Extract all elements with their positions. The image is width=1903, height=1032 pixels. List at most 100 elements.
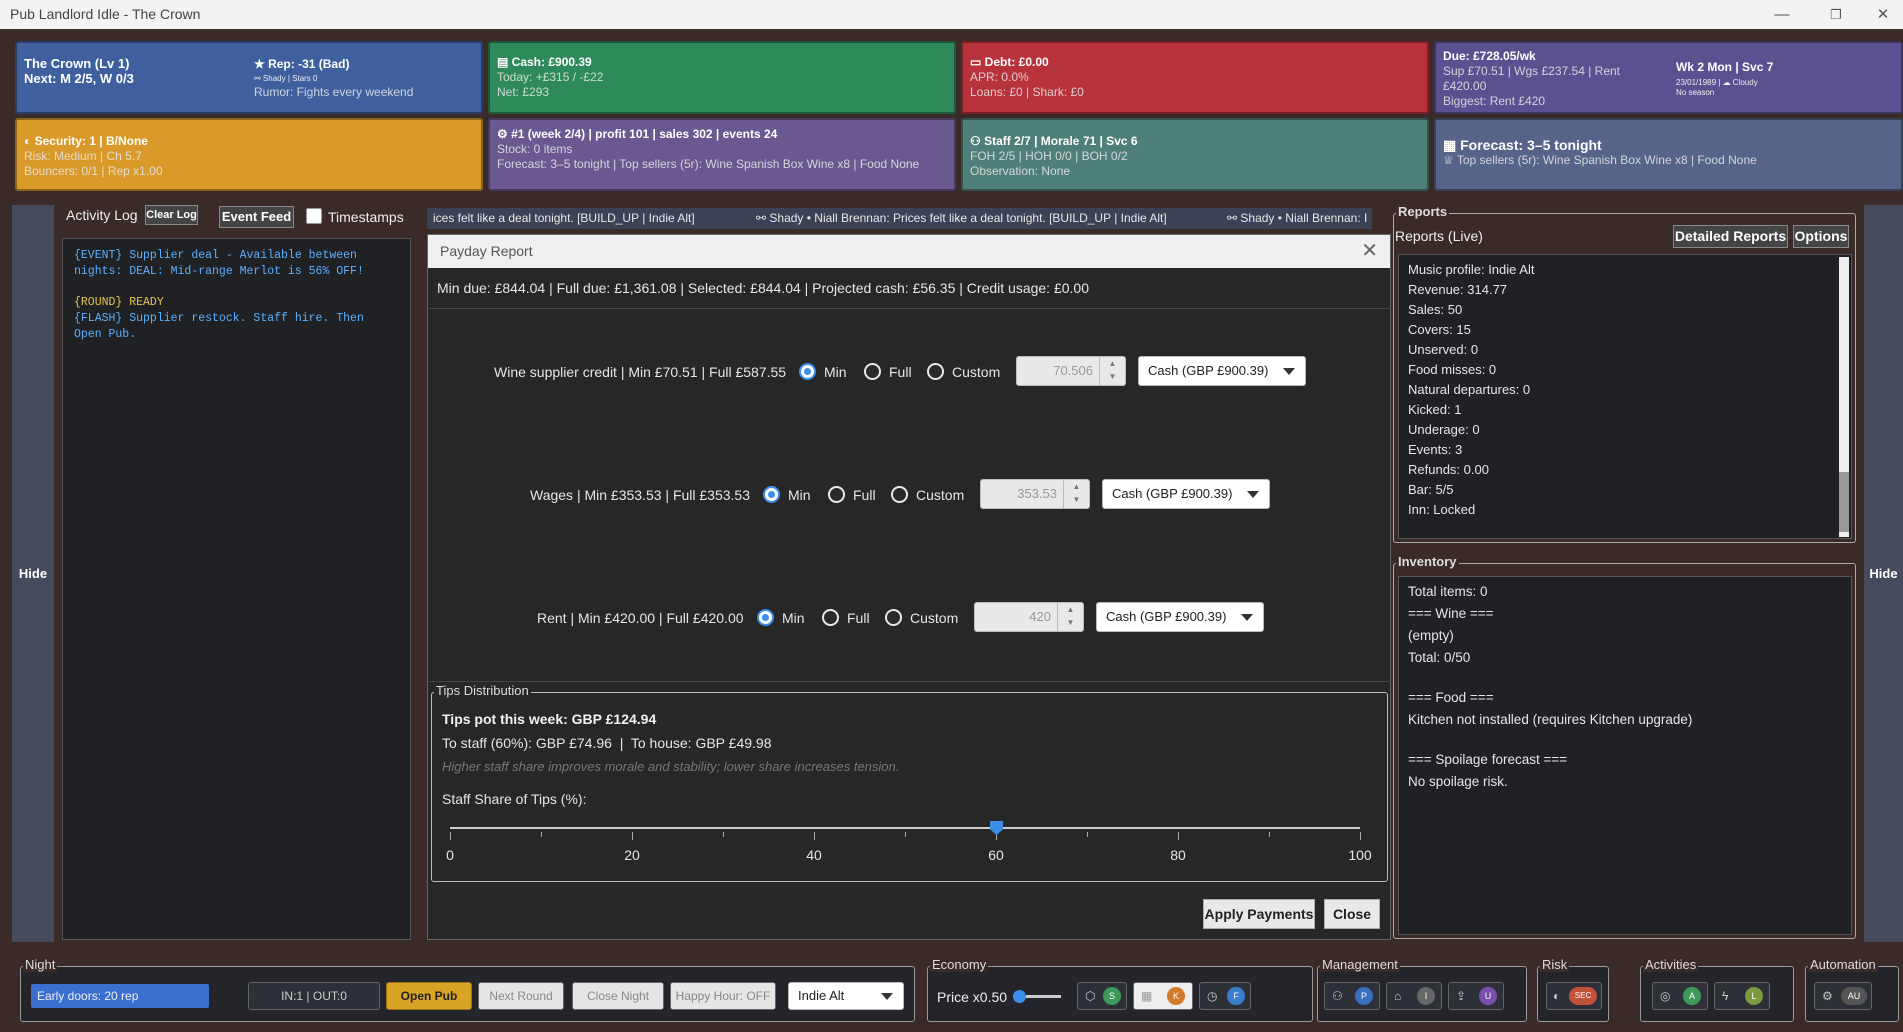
staff-icon: ⚇ <box>970 134 985 148</box>
cash-title: Cash: £900.39 <box>511 55 592 69</box>
due-title: Due: £728.05/wk <box>1443 49 1536 63</box>
report-line: Inn: Locked <box>1408 502 1476 517</box>
right-hide-button[interactable]: Hide <box>1864 205 1903 942</box>
payment-source-select[interactable]: Cash (GBP £900.39) <box>1138 356 1306 386</box>
full-label: Full <box>889 364 912 380</box>
kitchen-button[interactable]: ▦ K <box>1133 982 1193 1010</box>
min-radio[interactable] <box>799 363 816 380</box>
amount-spinner[interactable]: 353.53 ▲ ▼ <box>980 479 1090 509</box>
people-button[interactable]: ⚇ P <box>1324 982 1380 1010</box>
activities-a-button[interactable]: ◎ A <box>1652 982 1708 1010</box>
tips-split: To staff (60%): GBP £74.96 | To house: G… <box>442 735 772 751</box>
close-night-button[interactable]: Close Night <box>572 982 664 1010</box>
forecast-card[interactable]: ▦ Forecast: 3–5 tonight ♕ Top sellers (5… <box>1434 118 1903 191</box>
due-breakdown: Sup £70.51 | Wgs £237.54 | Rent £420.00 <box>1443 64 1621 93</box>
timestamps-checkbox[interactable] <box>306 208 322 224</box>
custom-radio[interactable] <box>891 486 908 503</box>
slider-track <box>450 827 1360 829</box>
min-radio[interactable] <box>763 486 780 503</box>
payment-row-label: Wine supplier credit | Min £70.51 | Full… <box>494 364 787 380</box>
detailed-reports-button[interactable]: Detailed Reports <box>1673 225 1788 248</box>
open-pub-button[interactable]: Open Pub <box>386 982 472 1010</box>
slider-thumb[interactable] <box>990 821 1003 835</box>
custom-radio[interactable] <box>885 609 902 626</box>
week-stock: Stock: 0 items <box>497 142 573 156</box>
event-feed-button[interactable]: Event Feed <box>219 206 294 228</box>
upgrades-button[interactable]: ⇪ U <box>1448 982 1504 1010</box>
building-icon: ⌂ <box>1394 989 1402 1003</box>
music-select[interactable]: Indie Alt <box>788 982 904 1010</box>
full-radio[interactable] <box>822 609 839 626</box>
happy-hour-button[interactable]: Happy Hour: OFF <box>670 982 776 1010</box>
min-radio[interactable] <box>757 609 774 626</box>
slider-tick <box>1087 832 1088 837</box>
close-button[interactable]: Close <box>1324 899 1380 929</box>
payment-source-value: Cash (GBP £900.39) <box>1148 363 1269 378</box>
inventory-line: Total items: 0 <box>1408 584 1488 599</box>
event-ticker: ices felt like a deal tonight. [BUILD_UP… <box>427 208 1372 229</box>
custom-label: Custom <box>952 364 1001 380</box>
reports-group-label: Reports <box>1396 204 1450 219</box>
finance-button[interactable]: ◷ F <box>1199 982 1251 1010</box>
security-card[interactable]: ◐ Security: 1 | B/None Risk: Medium | Ch… <box>15 118 483 191</box>
staff-share-slider[interactable]: 0 20 40 60 80 100 <box>446 819 1372 874</box>
music-value: Indie Alt <box>798 988 845 1003</box>
pub-rumor: Rumor: Fights every weekend <box>254 85 414 99</box>
amount-spinner[interactable]: 70.506 ▲ ▼ <box>1016 356 1126 386</box>
security-badge: SEC <box>1569 987 1597 1005</box>
slider-tick <box>905 832 906 837</box>
inn-button[interactable]: ⌂ I <box>1386 982 1442 1010</box>
full-radio[interactable] <box>828 486 845 503</box>
security-button[interactable]: ◐ SEC <box>1546 982 1602 1010</box>
price-multiplier: Price x0.50 <box>937 989 1008 1005</box>
options-button[interactable]: Options <box>1793 225 1849 248</box>
price-slider[interactable] <box>1013 990 1061 1003</box>
staff-card[interactable]: ⚇ Staff 2/7 | Morale 71 | Svc 6 FOH 2/5 … <box>961 118 1429 191</box>
full-radio[interactable] <box>864 363 881 380</box>
activities-l-button[interactable]: ϟL <box>1714 982 1770 1010</box>
reports-scrollbar[interactable] <box>1839 257 1849 537</box>
minimize-button[interactable]: — <box>1762 0 1802 29</box>
amount-spinner[interactable]: 420 ▲ ▼ <box>974 602 1084 632</box>
payday-dialog: Payday Report ✕ Min due: £844.04 | Full … <box>427 234 1391 940</box>
pub-title: The Crown (Lv 1) <box>24 56 130 71</box>
finance-badge: F <box>1227 987 1245 1005</box>
report-line: Revenue: 314.77 <box>1408 282 1508 297</box>
left-hide-button[interactable]: Hide <box>12 205 54 942</box>
apply-payments-button[interactable]: Apply Payments <box>1203 899 1315 929</box>
in-out-counter: IN:1 | OUT:0 <box>248 982 380 1010</box>
debt-icon: ▭ <box>970 55 985 69</box>
due-card[interactable]: Due: £728.05/wk Sup £70.51 | Wgs £237.54… <box>1434 41 1903 114</box>
automation-button[interactable]: ⚙ AU <box>1814 982 1872 1010</box>
reports-panel: Music profile: Indie Alt Revenue: 314.77 S… <box>1398 254 1852 539</box>
security-bouncers: Bouncers: 0/1 | Rep x1.00 <box>24 164 163 178</box>
custom-radio[interactable] <box>927 363 944 380</box>
week-info: Wk 2 Mon | Svc 7 <box>1676 60 1774 74</box>
inventory-line: === Food === <box>1408 690 1494 705</box>
timestamps-label: Timestamps <box>328 209 404 225</box>
payment-source-select[interactable]: Cash (GBP £900.39) <box>1102 479 1270 509</box>
date-weather: 23/01/1989 | ☁ Cloudy <box>1676 78 1758 87</box>
next-round-button[interactable]: Next Round <box>478 982 564 1010</box>
clear-log-button[interactable]: Clear Log <box>145 205 198 225</box>
debt-card[interactable]: ▭ Debt: £0.00 APR: 0.0% Loans: £0 | Shar… <box>961 41 1429 114</box>
dialog-close-icon[interactable]: ✕ <box>1361 235 1378 268</box>
spinner-arrows-icon[interactable]: ▲ ▼ <box>1099 357 1125 385</box>
debt-loans: Loans: £0 | Shark: £0 <box>970 85 1084 99</box>
forecast-title: Forecast: 3–5 tonight <box>1460 137 1602 153</box>
week-card[interactable]: ⚙ #1 (week 2/4) | profit 101 | sales 302… <box>488 118 956 191</box>
trophy-icon: ⚙ <box>497 127 512 141</box>
report-line: Unserved: 0 <box>1408 342 1479 357</box>
payment-source-select[interactable]: Cash (GBP £900.39) <box>1096 602 1264 632</box>
tips-group-label: Tips Distribution <box>434 683 531 698</box>
pub-card[interactable]: The Crown (Lv 1) Next: M 2/5, W 0/3 ★ Re… <box>15 41 483 114</box>
restore-button[interactable]: ❐ <box>1816 0 1856 29</box>
tips-pot: Tips pot this week: GBP £124.94 <box>442 711 657 727</box>
slider-tick-label: 80 <box>1170 847 1186 863</box>
cash-card[interactable]: ▤ Cash: £900.39 Today: +£315 / -£22 Net:… <box>488 41 956 114</box>
spinner-arrows-icon[interactable]: ▲ ▼ <box>1063 480 1089 508</box>
log-line: {ROUND} READY <box>74 296 164 309</box>
supplies-button[interactable]: ⬡ S <box>1077 982 1127 1010</box>
close-window-button[interactable]: ✕ <box>1863 0 1903 29</box>
spinner-arrows-icon[interactable]: ▲ ▼ <box>1057 603 1083 631</box>
